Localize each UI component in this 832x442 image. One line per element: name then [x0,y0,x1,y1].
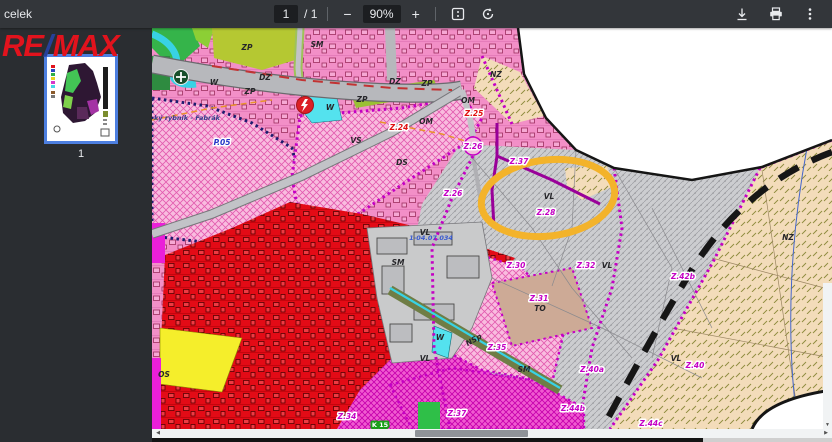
zone-label-z25: Z.25 [464,109,484,118]
document-title: celek [4,7,32,21]
download-button[interactable] [730,4,754,24]
area-label-zp: ZP [244,87,256,96]
area-label-vl: VL [420,354,431,363]
horizontal-scrollbar[interactable]: ◀ ▶ [152,429,832,438]
remax-logo: RE/MAX [2,30,119,61]
area-label-nz: NZ [782,233,794,242]
zone-label-z40: Z.40 [685,361,705,370]
page-thumbnail-image [47,57,115,141]
zone-label-p05: P.05 [214,138,231,147]
page-thumbnail[interactable] [47,57,115,141]
area-label-zp: ZP [421,79,433,88]
area-label-w: W [210,78,219,87]
scroll-left-arrow[interactable]: ◀ [152,429,164,438]
area-label-sm: SM [518,365,531,374]
zone-label-z42b: Z.42b [670,272,696,281]
pdf-viewer-window: celek 1 / 1 − 90% + [0,0,832,442]
rotate-counterclockwise-icon [481,7,495,21]
zone-label-z35: Z.35 [487,343,507,352]
toolbar-divider [435,7,436,21]
zone-label-z44b: Z.44b [560,404,586,413]
thumbnail-sidebar: 1 [0,28,152,442]
page-count-label: / 1 [304,7,317,21]
remax-logo-re: RE [2,28,43,63]
zone-label-z28: Z.28 [536,208,556,217]
page-number-input[interactable]: 1 [274,5,298,23]
stream-name-label: ký rybník - Fabrák [154,113,221,122]
print-button[interactable] [764,4,788,24]
document-viewport[interactable]: ZP ZP ZP ZP SM SM SM DZ DZ W W W NZ NZ V… [152,28,832,442]
area-label-vl: VL [602,261,613,270]
zone-label-z40a: Z.40a [579,365,604,374]
fit-page-button[interactable] [446,4,470,24]
power-station-marker [297,97,314,114]
zone-label-z26: Z.26 [463,142,483,151]
area-label-sm: SM [392,258,405,267]
zone-label-z24: Z.24 [389,123,409,132]
area-label-ds: DS [396,158,408,167]
church-marker [174,70,189,85]
zone-label-z32: Z.32 [576,261,596,270]
scroll-right-arrow[interactable]: ▶ [820,429,832,438]
area-label-w: W [326,103,335,112]
area-label-zp: ZP [356,95,368,104]
remax-logo-max: MAX [53,28,119,63]
area-label-dz: DZ [389,77,401,86]
area-label-om: OM [461,96,475,105]
area-label-vs: VS [350,136,361,145]
thumbnail-page-number: 1 [0,148,162,160]
horizontal-scroll-track[interactable] [164,429,820,438]
zoom-out-button[interactable]: − [338,4,356,24]
zone-label-z31: Z.31 [529,294,549,303]
zone-label-z37: Z.37 [447,409,468,418]
vertical-scrollbar[interactable]: ▼ [823,283,832,429]
zoning-map-page: ZP ZP ZP ZP SM SM SM DZ DZ W W W NZ NZ V… [152,28,832,429]
area-label-dz: DZ [259,73,271,82]
zone-label-z30: Z.30 [506,261,526,270]
area-label-w: W [436,333,445,342]
download-icon [735,7,749,21]
zone-label-k15: K 15 [372,421,389,429]
zoom-level-input[interactable]: 90% [363,5,401,23]
fit-to-page-icon [451,7,465,21]
rotate-button[interactable] [476,4,500,24]
area-label-zp: ZP [241,43,253,52]
area-label-om: OM [419,117,433,126]
scroll-down-arrow[interactable]: ▼ [823,422,832,428]
area-label-to: TO [534,304,546,313]
area-label-nz: NZ [490,70,502,79]
pdf-toolbar: celek 1 / 1 − 90% + [0,0,832,28]
more-options-icon [803,7,817,21]
print-icon [769,7,783,21]
zone-label-z44c: Z.44c [638,419,663,428]
area-label-vl: VL [544,192,555,201]
zone-label-z26: Z.26 [443,189,463,198]
more-options-button[interactable] [798,4,822,24]
zone-label-z37: Z.37 [509,157,530,166]
toolbar-divider [327,7,328,21]
area-label-sm: SM [311,40,324,49]
area-label-vl: VL [671,354,682,363]
horizontal-scroll-thumb[interactable] [415,430,528,437]
zone-label-z34: Z.34 [337,412,357,421]
zoom-in-button[interactable]: + [407,4,425,24]
remax-logo-slash: / [43,28,53,63]
page-bottom-edge [152,438,832,442]
area-label-os: OS [158,370,170,379]
parcel-reference-label: 1-04.07.034 [409,234,453,242]
